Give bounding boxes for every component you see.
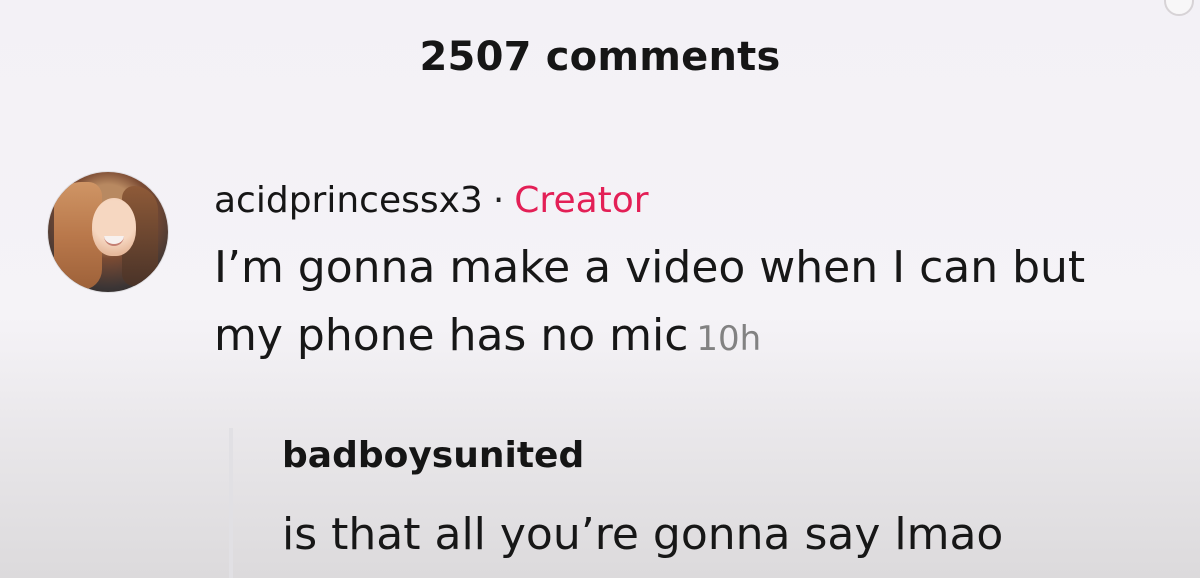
reply-thread-line <box>229 428 233 578</box>
comment-timestamp: 10h <box>696 319 762 359</box>
comments-count-title: 2507 comments <box>419 34 781 80</box>
avatar[interactable] <box>48 172 168 292</box>
comment-username[interactable]: acidprincessx3 <box>214 180 483 221</box>
corner-circle-icon <box>1164 0 1194 16</box>
avatar-face <box>92 198 136 256</box>
comment: acidprincessx3 · Creator I’m gonna make a … <box>214 178 1174 373</box>
reply-text: is that all you’re gonna say lmao <box>282 509 1004 560</box>
creator-badge: Creator <box>514 180 649 221</box>
comment-text: I’m gonna make a video when I can but my… <box>214 242 1086 361</box>
username-separator: · <box>492 180 505 221</box>
reply: badboysunited is that all you’re gonna s… <box>282 433 1182 569</box>
comment-body: I’m gonna make a video when I can but my… <box>214 234 1154 373</box>
comment-header: acidprincessx3 · Creator <box>214 178 1174 224</box>
reply-username[interactable]: badboysunited <box>282 433 1182 479</box>
